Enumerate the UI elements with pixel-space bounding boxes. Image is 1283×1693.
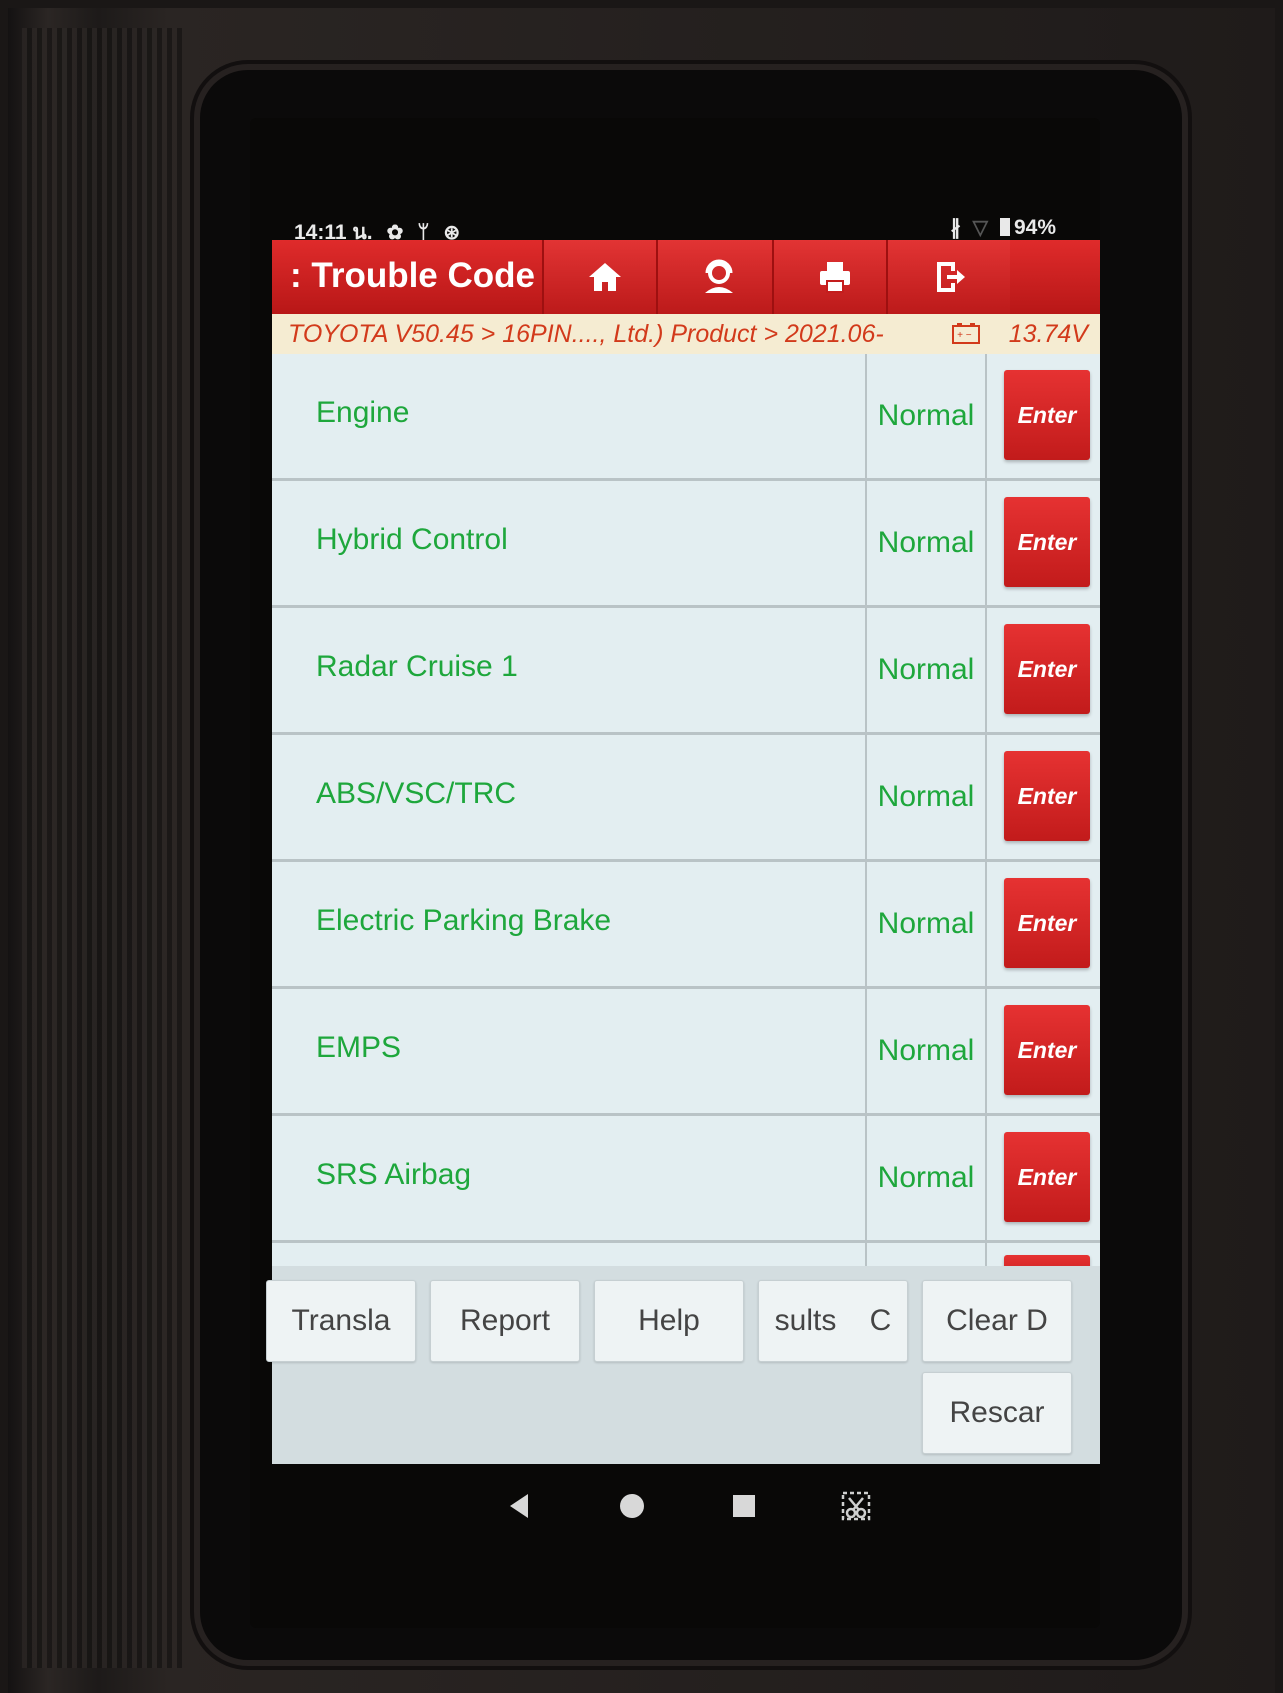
page-title: : Trouble Code	[290, 256, 535, 295]
report-button[interactable]: Report	[430, 1280, 580, 1362]
recents-icon[interactable]	[726, 1488, 762, 1524]
enter-button[interactable]: Enter	[1004, 878, 1090, 968]
home-icon	[589, 263, 621, 291]
system-status: Normal	[865, 989, 987, 1113]
enter-button[interactable]: Enter	[1004, 370, 1090, 460]
system-name: SRS Airbag	[316, 1158, 472, 1191]
breadcrumb: TOYOTA V50.45 > 16PIN...., Ltd.) Product…	[272, 314, 1100, 354]
system-name: Radar Cruise 1	[316, 650, 518, 683]
system-status: Normal	[865, 354, 987, 478]
support-icon	[705, 259, 733, 293]
enter-button[interactable]: Enter	[1004, 751, 1090, 841]
system-name: EMPS	[316, 1031, 402, 1064]
casing-grip	[22, 28, 182, 1668]
app-window: : Trouble Code TOYOTA V50.45 > 16PIN....…	[266, 240, 1100, 1464]
breadcrumb-path: TOYOTA V50.45 > 16PIN...., Ltd.) Product…	[288, 320, 884, 348]
home-nav-icon[interactable]	[614, 1488, 650, 1524]
status-right: ∦ ▽ 94%	[951, 216, 1056, 240]
title-bar: : Trouble Code	[272, 240, 1100, 314]
system-status: Normal	[865, 862, 987, 986]
enter-button[interactable]: Enter	[1004, 624, 1090, 714]
car-battery-icon: + −	[952, 323, 980, 344]
list-item: SRS Airbag Normal Enter	[272, 1116, 1100, 1243]
list-item: EMPS Normal Enter	[272, 989, 1100, 1116]
help-button[interactable]: Help	[594, 1280, 744, 1362]
enter-button[interactable]: Enter	[1004, 1132, 1090, 1222]
back-icon[interactable]	[502, 1488, 538, 1524]
list-item: Radar Cruise 1 Normal Enter	[272, 608, 1100, 735]
enter-button[interactable]: Enter	[1004, 1005, 1090, 1095]
system-list: Engine Normal Enter Hybrid Control Norma…	[272, 354, 1100, 1284]
results-button[interactable]: sults C	[758, 1280, 908, 1362]
system-name: Engine	[316, 396, 410, 429]
list-item: Engine Normal Enter	[272, 354, 1100, 481]
battery-indicator: 94%	[999, 216, 1056, 240]
screenshot-icon[interactable]	[838, 1488, 874, 1524]
exit-icon	[937, 262, 965, 292]
system-status: Normal	[865, 1116, 987, 1240]
enter-button[interactable]: Enter	[1004, 497, 1090, 587]
system-status: Normal	[865, 608, 987, 732]
system-name: ABS/VSC/TRC	[316, 777, 517, 810]
battery-icon	[999, 218, 1010, 236]
list-item: ABS/VSC/TRC Normal Enter	[272, 735, 1100, 862]
system-name: Hybrid Control	[316, 523, 508, 556]
system-status: Normal	[865, 735, 987, 859]
battery-voltage: 13.74V	[1008, 320, 1088, 348]
system-name: Electric Parking Brake	[316, 904, 612, 937]
bluetooth-icon: ∦	[950, 217, 961, 239]
exit-button[interactable]	[886, 240, 1010, 314]
print-icon	[820, 262, 850, 293]
translate-button[interactable]: Transla	[266, 1280, 416, 1362]
system-status: Normal	[865, 481, 987, 605]
action-toolbar: Transla Report Help sults C Clear D Resc…	[266, 1266, 1100, 1464]
list-item: Electric Parking Brake Normal Enter	[272, 862, 1100, 989]
svg-text:+ −: + −	[957, 330, 972, 341]
wifi-icon: ▽	[972, 217, 988, 239]
battery-level: 94%	[1013, 216, 1056, 239]
print-button[interactable]	[772, 240, 896, 314]
list-item: Hybrid Control Normal Enter	[272, 481, 1100, 608]
navigation-bar	[272, 1464, 1100, 1548]
home-button[interactable]	[542, 240, 666, 314]
rescan-button[interactable]: Rescar	[922, 1372, 1072, 1454]
support-button[interactable]	[656, 240, 780, 314]
clear-dtc-button[interactable]: Clear D	[922, 1280, 1072, 1362]
